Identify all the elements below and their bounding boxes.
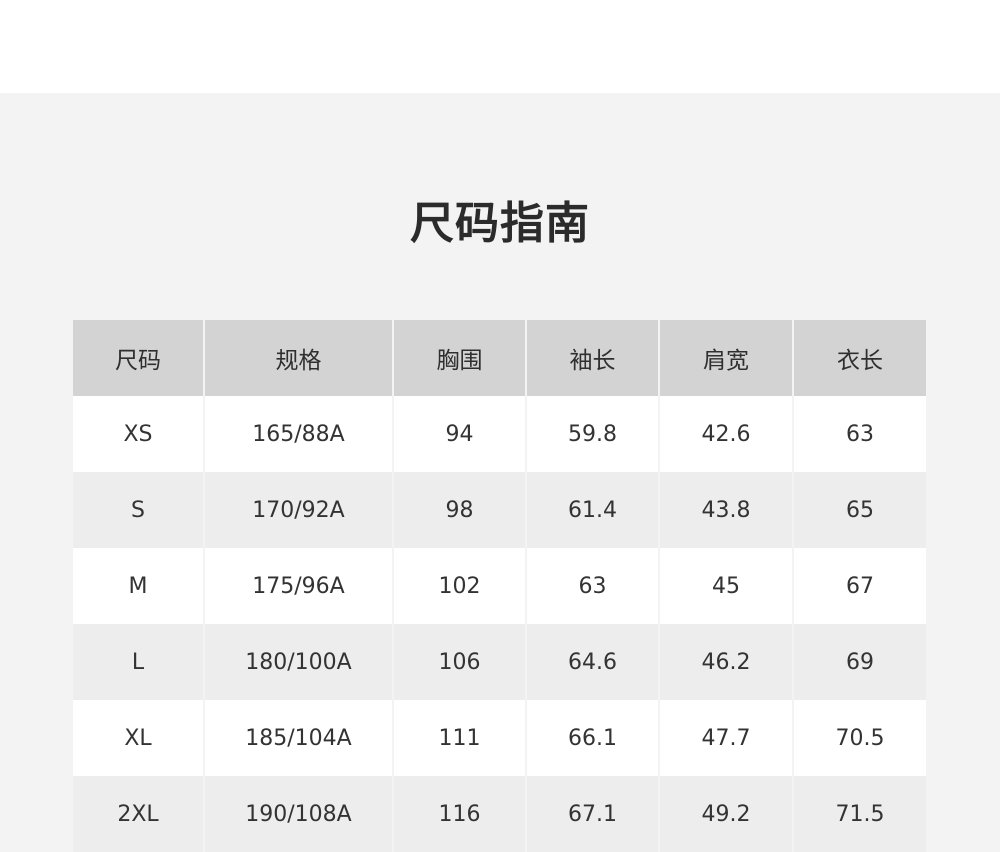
- header-shoulder-width: 肩宽: [658, 320, 793, 396]
- header-sleeve-length: 袖长: [525, 320, 659, 396]
- size-table: 尺码 规格 胸围 袖长 肩宽 衣长 XS 165/88A 94 59.8 42.…: [73, 320, 926, 852]
- cell-sleeve-length: 64.6: [525, 624, 659, 700]
- cell-shoulder-width: 43.8: [658, 472, 793, 548]
- top-blank-band: [0, 0, 1000, 93]
- header-size: 尺码: [73, 320, 204, 396]
- cell-body-length: 65: [792, 472, 926, 548]
- table-row: XS 165/88A 94 59.8 42.6 63: [73, 396, 926, 472]
- size-guide-section: 尺码指南 尺码 规格 胸围 袖长 肩宽 衣长 XS 165/88A 94 59.…: [0, 93, 1000, 852]
- cell-body-length: 67: [792, 548, 926, 624]
- table-row: XL 185/104A 111 66.1 47.7 70.5: [73, 700, 926, 776]
- cell-shoulder-width: 47.7: [658, 700, 793, 776]
- cell-spec: 190/108A: [203, 776, 393, 852]
- cell-size: XL: [73, 700, 204, 776]
- cell-sleeve-length: 59.8: [525, 396, 659, 472]
- cell-chest: 102: [392, 548, 526, 624]
- cell-spec: 180/100A: [203, 624, 393, 700]
- header-spec: 规格: [203, 320, 393, 396]
- cell-sleeve-length: 66.1: [525, 700, 659, 776]
- cell-spec: 170/92A: [203, 472, 393, 548]
- cell-spec: 175/96A: [203, 548, 393, 624]
- cell-size: L: [73, 624, 204, 700]
- table-row: L 180/100A 106 64.6 46.2 69: [73, 624, 926, 700]
- cell-body-length: 63: [792, 396, 926, 472]
- header-chest: 胸围: [392, 320, 526, 396]
- cell-shoulder-width: 49.2: [658, 776, 793, 852]
- cell-chest: 111: [392, 700, 526, 776]
- cell-sleeve-length: 67.1: [525, 776, 659, 852]
- cell-size: S: [73, 472, 204, 548]
- cell-body-length: 71.5: [792, 776, 926, 852]
- cell-spec: 165/88A: [203, 396, 393, 472]
- cell-chest: 106: [392, 624, 526, 700]
- table-row: M 175/96A 102 63 45 67: [73, 548, 926, 624]
- cell-body-length: 69: [792, 624, 926, 700]
- table-header-row: 尺码 规格 胸围 袖长 肩宽 衣长: [73, 320, 926, 396]
- table-row: 2XL 190/108A 116 67.1 49.2 71.5: [73, 776, 926, 852]
- cell-sleeve-length: 61.4: [525, 472, 659, 548]
- cell-body-length: 70.5: [792, 700, 926, 776]
- table-row: S 170/92A 98 61.4 43.8 65: [73, 472, 926, 548]
- cell-shoulder-width: 46.2: [658, 624, 793, 700]
- cell-shoulder-width: 42.6: [658, 396, 793, 472]
- cell-size: 2XL: [73, 776, 204, 852]
- cell-chest: 116: [392, 776, 526, 852]
- cell-sleeve-length: 63: [525, 548, 659, 624]
- cell-chest: 94: [392, 396, 526, 472]
- cell-spec: 185/104A: [203, 700, 393, 776]
- cell-size: XS: [73, 396, 204, 472]
- page-title: 尺码指南: [410, 198, 590, 249]
- cell-shoulder-width: 45: [658, 548, 793, 624]
- cell-size: M: [73, 548, 204, 624]
- header-body-length: 衣长: [792, 320, 926, 396]
- cell-chest: 98: [392, 472, 526, 548]
